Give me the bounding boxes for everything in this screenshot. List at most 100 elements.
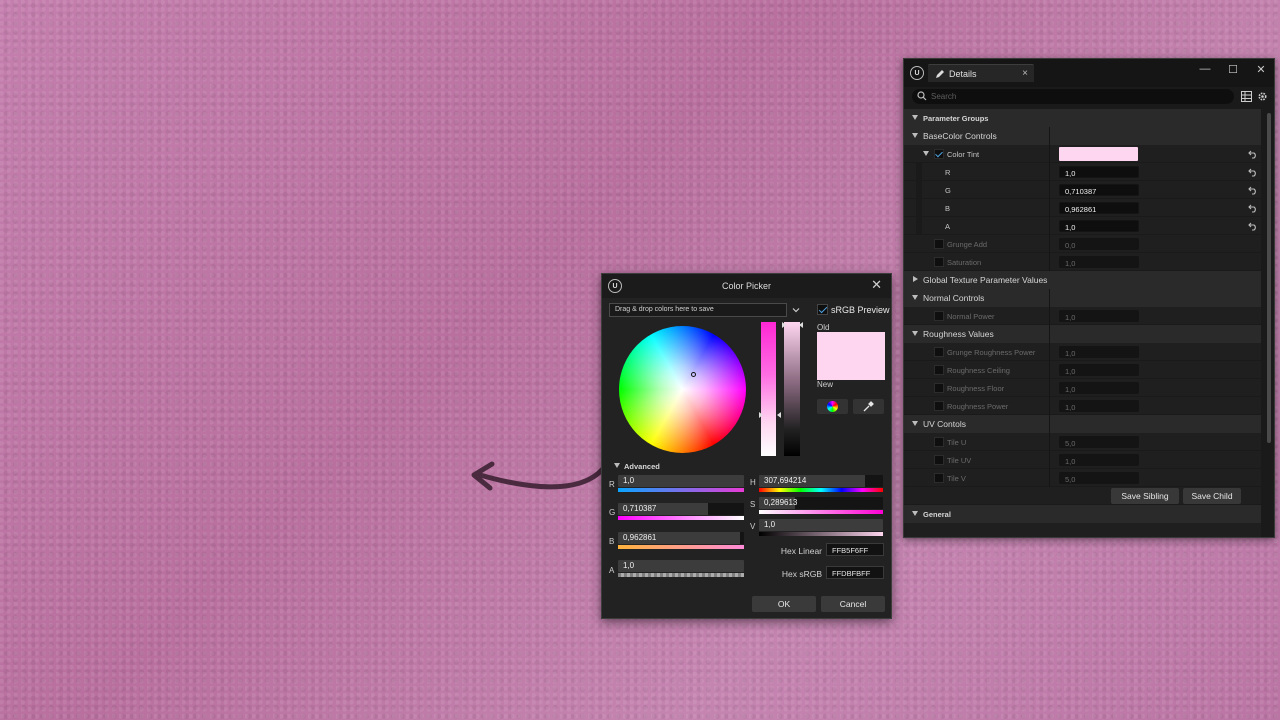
roughness-ceiling-checkbox[interactable]	[934, 365, 944, 375]
cancel-button[interactable]: Cancel	[821, 596, 885, 612]
slider-handle-icon[interactable]	[759, 412, 763, 418]
h-channel-field[interactable]: 307,694214	[759, 475, 883, 487]
srgb-preview-checkbox[interactable]	[817, 304, 828, 315]
color-wheel-marker[interactable]	[691, 372, 696, 377]
g-channel-gradient[interactable]	[618, 516, 744, 520]
property-row-tile-v: Tile V 5,0	[904, 469, 1261, 487]
saturation-checkbox[interactable]	[934, 257, 944, 267]
save-child-button[interactable]: Save Child	[1183, 488, 1241, 504]
roughness-floor-value-field[interactable]: 1,0	[1059, 382, 1139, 394]
column-divider	[1049, 325, 1050, 343]
property-row-tile-uv: Tile UV 1,0	[904, 451, 1261, 469]
roughness-power-checkbox[interactable]	[934, 401, 944, 411]
scrollbar[interactable]	[1267, 113, 1271, 443]
reset-to-default-icon[interactable]	[1248, 149, 1258, 159]
tile-v-value-field[interactable]: 5,0	[1059, 472, 1139, 484]
r-value-field[interactable]: 1,0	[1059, 166, 1139, 178]
r-channel-gradient[interactable]	[618, 488, 744, 492]
reset-to-default-icon[interactable]	[1248, 203, 1258, 213]
tile-uv-value-field[interactable]: 1,0	[1059, 454, 1139, 466]
save-sibling-button[interactable]: Save Sibling	[1111, 488, 1179, 504]
reset-to-default-icon[interactable]	[1248, 185, 1258, 195]
tab-details[interactable]: Details ×	[928, 64, 1034, 82]
s-channel-label: S	[750, 500, 756, 509]
category-normal-controls[interactable]: Normal Controls	[904, 289, 1261, 307]
search-row	[904, 87, 1274, 107]
roughness-floor-checkbox[interactable]	[934, 383, 944, 393]
ok-button[interactable]: OK	[752, 596, 816, 612]
reset-to-default-icon[interactable]	[1248, 221, 1258, 231]
slider-handle-icon[interactable]	[782, 322, 786, 328]
tile-uv-checkbox[interactable]	[934, 455, 944, 465]
table-view-icon[interactable]	[1241, 91, 1252, 102]
a-value-field[interactable]: 1,0	[1059, 220, 1139, 232]
indent-guide	[916, 181, 922, 199]
g-channel-field[interactable]: 0,710387	[618, 503, 744, 515]
collapse-arrow-icon[interactable]	[614, 463, 620, 468]
maximize-button[interactable]: ☐	[1225, 63, 1241, 77]
color-wheel-mode-button[interactable]	[817, 399, 848, 414]
tile-v-checkbox[interactable]	[934, 473, 944, 483]
b-value-field[interactable]: 0,962861	[1059, 202, 1139, 214]
grunge-add-checkbox[interactable]	[934, 239, 944, 249]
hex-srgb-input[interactable]: FFDBFBFF	[826, 566, 884, 579]
color-wheel[interactable]	[619, 326, 746, 453]
saturation-gradient[interactable]	[759, 510, 883, 514]
close-icon[interactable]: ✕	[871, 277, 882, 293]
property-row-roughness-ceiling: Roughness Ceiling 1,0	[904, 361, 1261, 379]
color-wheel-icon	[827, 401, 838, 412]
a-channel-gradient[interactable]	[618, 573, 744, 577]
r-channel-field[interactable]: 1,0	[618, 475, 744, 487]
category-uv-controls[interactable]: UV Contols	[904, 415, 1261, 433]
grunge-roughness-power-checkbox[interactable]	[934, 347, 944, 357]
category-label: Parameter Groups	[923, 114, 989, 123]
hex-linear-input[interactable]: FFB5F6FF	[826, 543, 884, 556]
slider-handle-icon[interactable]	[799, 322, 803, 328]
s-channel-field[interactable]: 0,289613	[759, 497, 883, 509]
v-channel-field[interactable]: 1,0	[759, 519, 883, 531]
eyedropper-button[interactable]	[853, 399, 884, 414]
roughness-ceiling-value-field[interactable]: 1,0	[1059, 364, 1139, 376]
grunge-add-value-field[interactable]: 0,0	[1059, 238, 1139, 250]
tab-close-icon[interactable]: ×	[1022, 68, 1028, 79]
color-theme-drop-area[interactable]: Drag & drop colors here to save	[609, 303, 787, 317]
category-general[interactable]: General	[904, 505, 1261, 523]
close-window-button[interactable]: ✕	[1253, 63, 1269, 77]
category-roughness-values[interactable]: Roughness Values	[904, 325, 1261, 343]
tile-u-value-field[interactable]: 5,0	[1059, 436, 1139, 448]
new-color-label: New	[817, 380, 834, 389]
chevron-down-icon[interactable]	[792, 306, 800, 314]
search-box[interactable]	[912, 89, 1234, 104]
search-input[interactable]	[931, 90, 1221, 102]
color-tint-checkbox[interactable]	[934, 149, 944, 159]
property-row-saturation: Saturation 1,0	[904, 253, 1261, 271]
collapse-arrow-icon[interactable]	[923, 151, 929, 156]
b-channel-gradient[interactable]	[618, 545, 744, 549]
grunge-roughness-power-value-field[interactable]: 1,0	[1059, 346, 1139, 358]
collapse-arrow-icon	[912, 511, 918, 516]
a-channel-field[interactable]: 1,0	[618, 560, 744, 572]
normal-power-value-field[interactable]: 1,0	[1059, 310, 1139, 322]
b-channel-field[interactable]: 0,962861	[618, 532, 744, 544]
saturation-value-field[interactable]: 1,0	[1059, 256, 1139, 268]
normal-power-checkbox[interactable]	[934, 311, 944, 321]
g-value-field[interactable]: 0,710387	[1059, 184, 1139, 196]
search-icon	[917, 91, 927, 101]
value-gradient[interactable]	[759, 532, 883, 536]
color-tint-swatch[interactable]	[1059, 147, 1138, 161]
slider-handle-icon[interactable]	[777, 412, 781, 418]
hex-linear-label: Hex Linear	[780, 546, 822, 556]
category-global-texture[interactable]: Global Texture Parameter Values	[904, 271, 1261, 289]
gear-icon[interactable]	[1257, 91, 1268, 102]
category-basecolor-controls[interactable]: BaseColor Controls	[904, 127, 1261, 145]
saturation-slider[interactable]	[761, 322, 776, 456]
roughness-power-value-field[interactable]: 1,0	[1059, 400, 1139, 412]
category-parameter-groups[interactable]: Parameter Groups	[904, 109, 1261, 127]
advanced-section-label[interactable]: Advanced	[624, 462, 660, 471]
value-slider[interactable]	[784, 322, 800, 456]
minimize-button[interactable]: —	[1197, 63, 1213, 77]
curved-arrow-decoration	[471, 455, 613, 491]
tile-u-checkbox[interactable]	[934, 437, 944, 447]
reset-to-default-icon[interactable]	[1248, 167, 1258, 177]
hue-gradient[interactable]	[759, 488, 883, 492]
